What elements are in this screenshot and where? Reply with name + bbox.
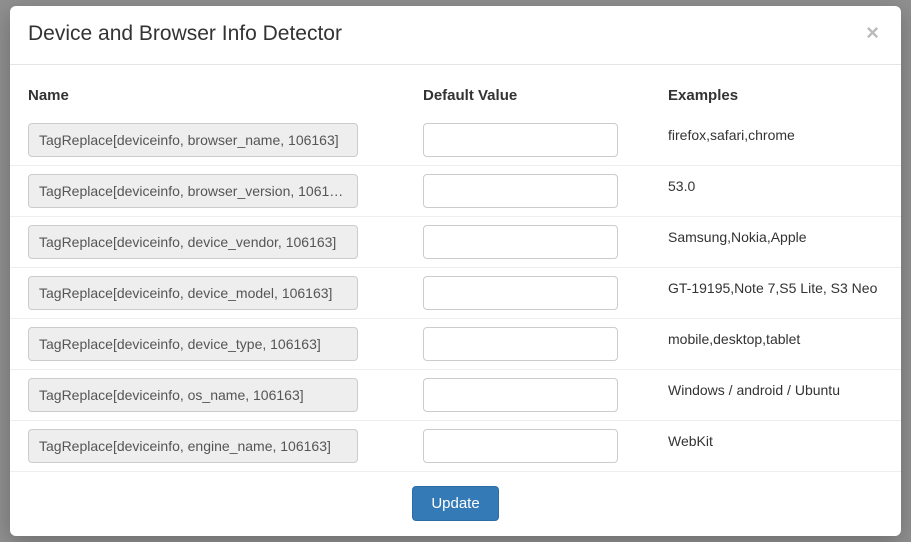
default-value-input[interactable] [423,327,618,361]
table-row: firefox,safari,chrome [10,114,901,165]
table-row: WebKit [10,420,901,471]
name-cell [28,276,423,310]
table-row: 53.0 [10,165,901,216]
default-cell [423,276,668,310]
tag-name-field[interactable] [28,327,358,361]
name-cell [28,225,423,259]
default-value-input[interactable] [423,225,618,259]
header-name: Name [28,87,423,104]
default-cell [423,327,668,361]
close-icon[interactable]: × [862,22,883,44]
column-headers: Name Default Value Examples [10,65,901,114]
table-row: Samsung,Nokia,Apple [10,216,901,267]
table-row: mobile,desktop,tablet [10,318,901,369]
modal-title: Device and Browser Info Detector [28,22,342,46]
table-row: Windows / android / Ubuntu [10,369,901,420]
name-cell [28,327,423,361]
tag-name-field[interactable] [28,174,358,208]
examples-text: mobile,desktop,tablet [668,331,883,357]
default-cell [423,378,668,412]
modal-footer: Update [10,471,901,536]
default-value-input[interactable] [423,174,618,208]
tag-name-field[interactable] [28,225,358,259]
default-value-input[interactable] [423,123,618,157]
header-default: Default Value [423,87,668,104]
default-value-input[interactable] [423,276,618,310]
name-cell [28,429,423,463]
tag-name-field[interactable] [28,123,358,157]
default-cell [423,123,668,157]
examples-text: GT-19195,Note 7,S5 Lite, S3 Neo [668,280,883,306]
name-cell [28,378,423,412]
default-cell [423,174,668,208]
rows-container: firefox,safari,chrome 53.0 Samsung,Nokia… [10,114,901,471]
examples-text: Samsung,Nokia,Apple [668,229,883,255]
header-examples: Examples [668,87,883,104]
default-cell [423,225,668,259]
examples-text: Windows / android / Ubuntu [668,382,883,408]
default-value-input[interactable] [423,429,618,463]
default-value-input[interactable] [423,378,618,412]
tag-name-field[interactable] [28,276,358,310]
table-row: GT-19195,Note 7,S5 Lite, S3 Neo [10,267,901,318]
examples-text: firefox,safari,chrome [668,127,883,153]
default-cell [423,429,668,463]
modal-header: Device and Browser Info Detector × [10,6,901,65]
examples-text: 53.0 [668,178,883,204]
examples-text: WebKit [668,433,883,459]
tag-name-field[interactable] [28,378,358,412]
update-button[interactable]: Update [412,486,498,521]
device-browser-info-modal: Device and Browser Info Detector × Name … [10,6,901,536]
name-cell [28,123,423,157]
name-cell [28,174,423,208]
tag-name-field[interactable] [28,429,358,463]
